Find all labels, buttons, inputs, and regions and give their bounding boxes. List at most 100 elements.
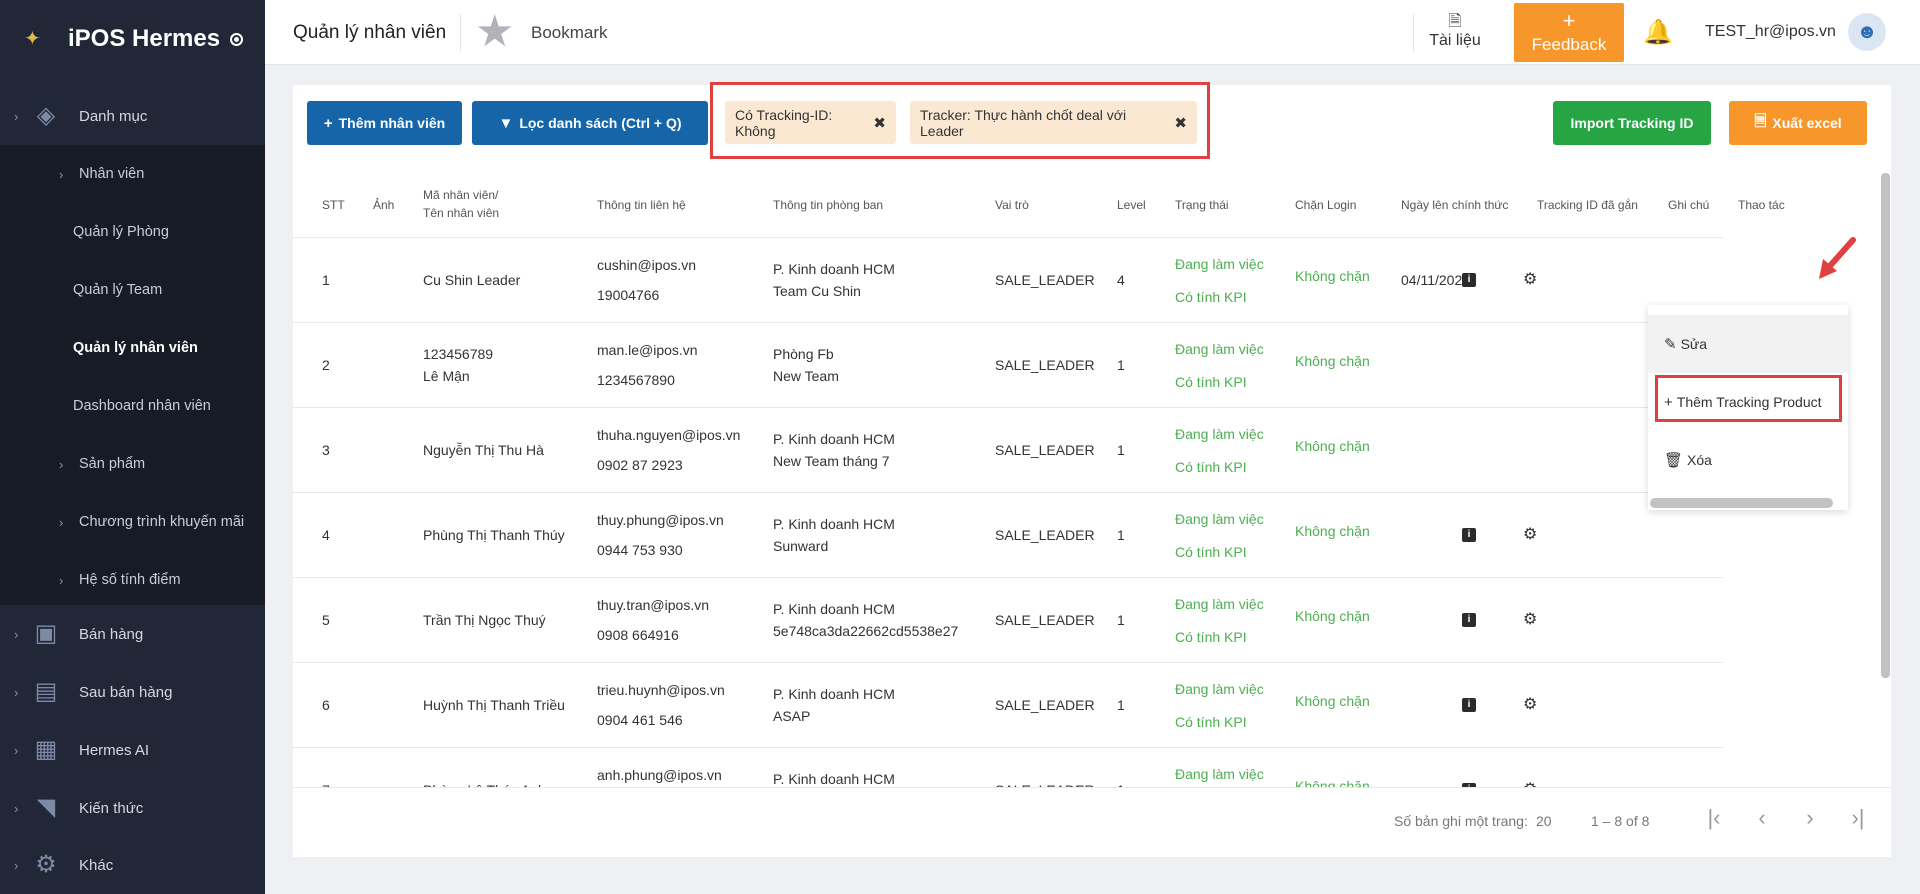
filter-chip[interactable]: Tracker: Thực hành chốt deal với Leader … [910,101,1197,144]
employee-name: Nguyễn Thị Thu Hà [423,442,544,458]
add-employee-label: Thêm nhân viên [338,115,446,131]
menu-label: Xóa [1687,452,1712,468]
user-email[interactable]: TEST_hr@ipos.vn [1705,23,1836,41]
kpi-badge: Có tính KPI [1175,459,1247,475]
sidebar-item-quan-ly-nhan-vien[interactable]: Quản lý nhân viên [0,319,265,377]
sidebar-item-label: Quản lý Phòng [73,224,169,240]
filter-button[interactable]: ▼ Lọc danh sách (Ctrl + Q) [472,101,708,145]
row-index: 6 [322,697,330,713]
table-scrollbar[interactable] [1881,173,1890,678]
employee-email: man.le@ipos.vn [597,342,698,358]
info-icon[interactable]: i [1462,528,1476,542]
column-header: STT [322,198,345,212]
export-excel-button[interactable]: 🗏 Xuất excel [1729,101,1867,145]
gear-icon[interactable]: ⚙ [1523,527,1537,543]
close-icon[interactable]: ✖ [873,114,886,132]
sidebar-item-nhan-vien[interactable]: › Nhân viên [0,145,265,203]
role: SALE_LEADER [995,272,1095,288]
delete-menu-item[interactable]: 🗑 Xóa [1648,431,1848,489]
sidebar-item-dashboard[interactable]: Dashboard nhân viên [0,377,265,435]
gear-icon: ⚙ [35,851,57,878]
pager-bar [293,787,1891,857]
gear-icon[interactable]: ⚙ [1523,697,1537,713]
row-index: 3 [322,442,330,458]
info-icon[interactable]: i [1462,698,1476,712]
import-label: Import Tracking ID [1570,115,1694,131]
bookmark-star-icon[interactable]: ★ [475,10,517,54]
column-header: Ảnh [373,198,395,212]
info-icon[interactable]: i [1462,273,1476,287]
sidebar-item-he-so[interactable]: › Hệ số tính điểm [0,551,265,609]
level: 1 [1117,612,1125,628]
bookmark-label[interactable]: Bookmark [531,23,608,43]
gear-icon[interactable]: ⚙ [1523,272,1537,288]
column-header: Ngày lên chính thức [1401,198,1509,212]
sidebar-item-khuyen-mai[interactable]: › Chương trình khuyến mãi [0,493,265,551]
logo-icon: ✦ [24,28,41,50]
employee-name: Trần Thị Ngọc Thuý [423,612,546,628]
docs-label: Tài liệu [1429,32,1481,49]
team: New Team tháng 7 [773,453,890,469]
chevron-right-icon: › [14,108,19,124]
login-block-status: Không chặn [1295,693,1370,709]
sidebar-item-label: Hệ số tính điểm [79,572,181,588]
sidebar-item-label: Sản phẩm [79,456,146,472]
gear-icon[interactable]: ⚙ [1523,612,1537,628]
sidebar-item-sau-ban-hang[interactable]: › ▤ Sau bán hàng [0,663,265,721]
employee-name: Phùng Thị Thanh Thúy [423,527,565,543]
sidebar-item-kien-thuc[interactable]: › ◥ Kiến thức [0,779,265,837]
next-page-icon[interactable]: › [1795,805,1825,831]
sidebar-item-quan-ly-phong[interactable]: Quản lý Phòng [0,203,265,261]
prev-page-icon[interactable]: ‹ [1747,805,1777,831]
bell-icon[interactable]: 🔔 [1643,18,1673,47]
per-page-select[interactable]: 20 [1536,813,1552,829]
official-date: 04/11/2022 [1401,272,1471,288]
employee-phone: 0944 753 930 [597,542,683,558]
sidebar-item-ban-hang[interactable]: › ▣ Bán hàng [0,605,265,663]
level: 1 [1117,442,1125,458]
level: 4 [1117,272,1125,288]
radio-icon[interactable] [230,32,244,46]
column-header: Tracking ID đã gắn [1537,198,1638,212]
divider [460,14,461,52]
sidebar-item-san-pham[interactable]: › Sản phẩm [0,435,265,493]
level: 1 [1117,527,1125,543]
sidebar-item-hermes-ai[interactable]: › ▦ Hermes AI [0,721,265,779]
filter-chip[interactable]: Có Tracking-ID: Không ✖ [725,101,896,144]
sidebar: ✦ iPOS Hermes › ◈ Danh mục › Nhân viên Q… [0,0,265,894]
role: SALE_LEADER [995,527,1095,543]
avatar[interactable]: ☻ [1848,13,1886,51]
store-icon: ▦ [34,736,58,763]
filter-label: Lọc danh sách (Ctrl + Q) [519,115,682,131]
plus-icon: + [323,114,333,132]
kpi-badge: Có tính KPI [1175,714,1247,730]
employee-code: 123456789 [423,346,494,362]
employee-phone: 0902 87 2923 [597,457,683,473]
info-icon[interactable]: i [1462,613,1476,627]
feedback-button[interactable]: + Feedback [1514,3,1624,62]
team: Sunward [773,538,829,554]
sidebar-item-khac[interactable]: › ⚙ Khác [0,836,265,894]
employee-phone: 0904 461 546 [597,712,683,728]
column-header: Level [1117,198,1146,212]
edit-icon: ✎ [1664,336,1677,353]
edit-menu-item[interactable]: ✎ Sửa [1648,315,1848,373]
sidebar-item-danh-muc[interactable]: › ◈ Danh mục [0,87,265,145]
status-badge: Đang làm việc [1175,426,1264,442]
row-index: 2 [322,357,330,373]
chevron-right-icon: › [14,626,19,642]
import-tracking-button[interactable]: Import Tracking ID [1553,101,1711,145]
divider [1413,14,1414,52]
first-page-icon[interactable]: |‹ [1699,805,1729,831]
sidebar-item-quan-ly-team[interactable]: Quản lý Team [0,261,265,319]
chip-label: Tracker: Thực hành chốt deal với Leader [920,106,1127,139]
menu-scrollbar[interactable] [1650,498,1833,508]
add-employee-button[interactable]: + Thêm nhân viên [307,101,462,145]
close-icon[interactable]: ✖ [1174,114,1187,132]
docs-button[interactable]: 🗎 Tài liệu [1417,10,1493,60]
last-page-icon[interactable]: ›| [1843,805,1873,831]
level: 1 [1117,357,1125,373]
chart-icon: ◥ [36,794,56,821]
brand[interactable]: ✦ iPOS Hermes [0,0,265,78]
chevron-right-icon: › [59,456,64,472]
